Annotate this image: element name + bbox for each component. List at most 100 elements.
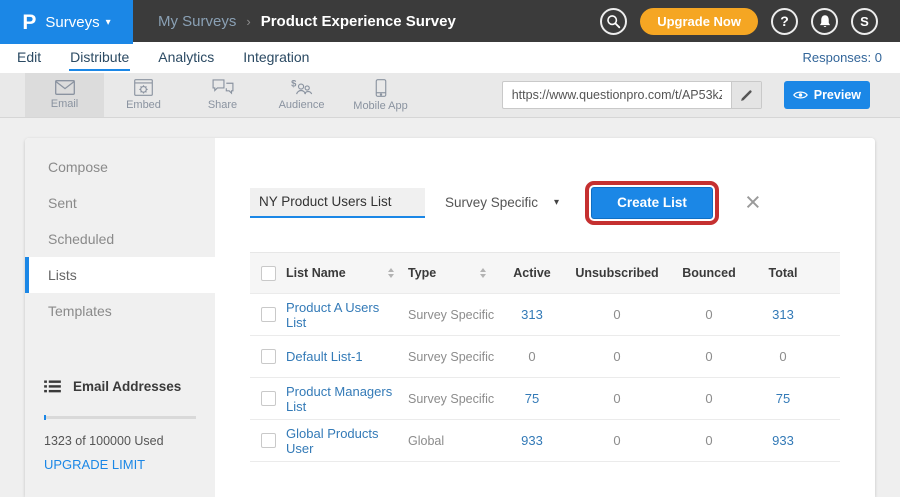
row-checkbox[interactable] [261,433,276,448]
column-label: Type [408,266,436,280]
channel-mobile-app[interactable]: Mobile App [341,73,420,117]
email-addresses-block: Email Addresses 1323 of 100000 Used UPGR… [25,379,215,472]
search-icon [606,14,621,29]
product-switcher[interactable]: P Surveys ▾ [0,0,133,44]
email-addresses-header: Email Addresses [44,379,196,394]
close-icon[interactable]: × [745,189,761,216]
share-icon [212,79,234,96]
bounced-count: 0 [670,307,748,322]
sidebar-item-scheduled[interactable]: Scheduled [25,221,215,257]
column-header-unsubscribed: Unsubscribed [564,266,670,280]
active-count: 933 [500,433,564,448]
lists-table: List Name Type Active Unsubscribed Bounc… [250,252,840,462]
email-addresses-title: Email Addresses [73,379,181,394]
sidebar-item-templates[interactable]: Templates [25,293,215,329]
breadcrumb-my-surveys[interactable]: My Surveys [158,13,236,30]
page-content: Compose Sent Scheduled Lists Templates E… [0,118,900,497]
channel-audience[interactable]: $ Audience [262,73,341,117]
question-mark-icon: ? [780,13,789,29]
row-checkbox-cell [250,433,286,448]
bell-icon [818,14,832,29]
total-count: 313 [748,307,818,322]
list-name-link[interactable]: Default List-1 [286,349,408,364]
list-type: Survey Specific [408,350,500,364]
email-usage-text: 1323 of 100000 Used [44,434,196,448]
list-name-link[interactable]: Global Products User [286,426,408,456]
bounced-count: 0 [670,349,748,364]
help-button[interactable]: ? [771,8,798,35]
page-title: Product Experience Survey [261,13,456,30]
sidebar-item-lists[interactable]: Lists [25,257,215,293]
column-header-type[interactable]: Type [408,266,500,280]
active-count: 0 [500,349,564,364]
row-checkbox[interactable] [261,349,276,364]
embed-icon [134,79,153,96]
row-checkbox[interactable] [261,307,276,322]
column-header-total: Total [748,266,818,280]
list-type: Survey Specific [408,308,500,322]
tab-analytics[interactable]: Analytics [157,44,215,71]
svg-text:$: $ [291,79,297,90]
upgrade-now-button[interactable]: Upgrade Now [640,8,758,35]
bounced-count: 0 [670,391,748,406]
email-icon [55,80,75,95]
breadcrumb-separator-icon: › [246,14,250,29]
preview-button[interactable]: Preview [784,81,870,109]
survey-tabbar: Edit Distribute Analytics Integration Re… [0,42,900,73]
account-avatar[interactable]: S [851,8,878,35]
email-usage-progress-fill [44,415,46,420]
upgrade-limit-link[interactable]: UPGRADE LIMIT [44,457,196,472]
channel-share[interactable]: Share [183,73,262,117]
list-type: Survey Specific [408,392,500,406]
total-count: 75 [748,391,818,406]
preview-label: Preview [814,88,861,102]
top-header: P Surveys ▾ My Surveys › Product Experie… [0,0,900,42]
column-header-active: Active [500,266,564,280]
active-count: 313 [500,307,564,322]
sort-icon [388,268,394,278]
unsubscribed-count: 0 [564,433,670,448]
channel-email[interactable]: Email [25,73,104,117]
tab-integration[interactable]: Integration [242,44,310,71]
list-lines-icon [44,380,61,393]
channel-label: Audience [279,99,325,111]
breadcrumb: My Surveys › Product Experience Survey [158,0,456,42]
list-name-link[interactable]: Product Managers List [286,384,408,414]
channel-label: Email [51,98,79,110]
search-button[interactable] [600,8,627,35]
notifications-button[interactable] [811,8,838,35]
email-distribution-card: Compose Sent Scheduled Lists Templates E… [25,138,875,497]
sort-icon [480,268,486,278]
create-list-button[interactable]: Create List [591,187,713,219]
chevron-down-icon: ▾ [106,17,111,28]
survey-url-field [502,81,762,109]
distribute-toolbar: Email Embed Share $ Audience Mobile App [0,73,900,118]
survey-url-input[interactable] [503,82,731,108]
tab-distribute[interactable]: Distribute [69,44,130,71]
select-all-checkbox[interactable] [261,266,276,281]
bounced-count: 0 [670,433,748,448]
table-row: Default List-1 Survey Specific 0 0 0 0 [250,336,840,378]
list-name-link[interactable]: Product A Users List [286,300,408,330]
channel-embed[interactable]: Embed [104,73,183,117]
table-row: Global Products User Global 933 0 0 933 [250,420,840,462]
column-header-list-name[interactable]: List Name [286,266,408,280]
row-checkbox[interactable] [261,391,276,406]
header-checkbox-cell [250,266,286,281]
total-count: 0 [748,349,818,364]
tab-edit[interactable]: Edit [16,44,42,71]
edit-url-button[interactable] [731,82,761,108]
responses-count[interactable]: Responses: 0 [803,50,900,65]
eye-icon [793,90,808,100]
lists-panel: Survey Specific ▾ Create List × List Nam… [215,138,875,497]
header-actions: Upgrade Now ? S [600,0,900,42]
sidebar-item-compose[interactable]: Compose [25,149,215,185]
avatar-initial: S [860,14,869,29]
column-label: List Name [286,266,346,280]
list-type-select[interactable]: Survey Specific ▾ [437,188,567,218]
create-list-form: Survey Specific ▾ Create List × [250,181,875,224]
product-switcher-label: Surveys [45,14,99,31]
sidebar-item-sent[interactable]: Sent [25,185,215,221]
row-checkbox-cell [250,307,286,322]
list-name-input[interactable] [250,188,425,218]
